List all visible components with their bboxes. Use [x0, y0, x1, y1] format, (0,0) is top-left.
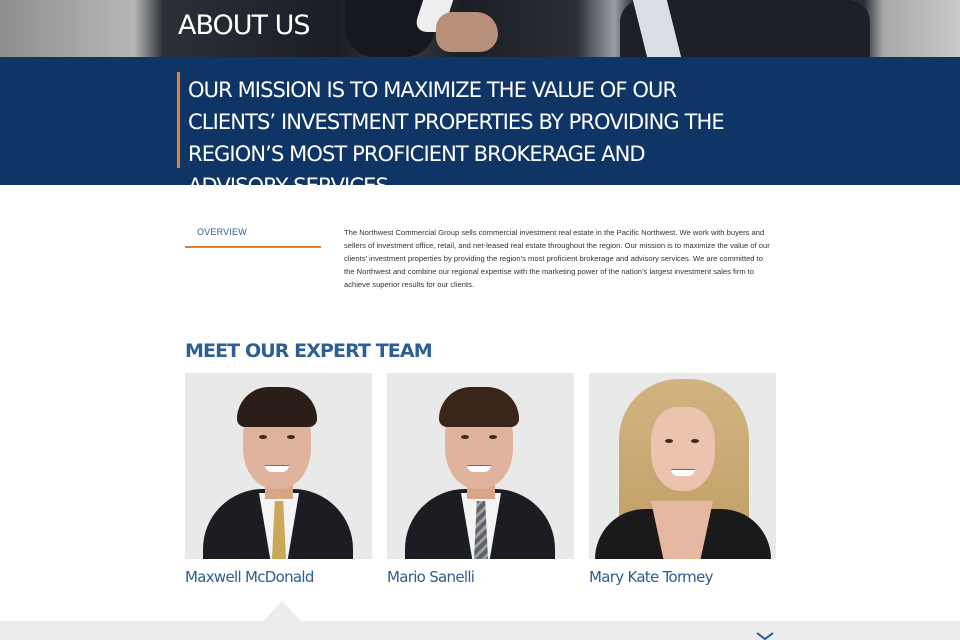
team-heading: MEET OUR EXPERT TEAM: [185, 340, 433, 362]
tab-overview-label: OVERVIEW: [197, 227, 247, 237]
mission-accent-bar: [177, 72, 180, 168]
section-pointer: [263, 601, 301, 621]
page-title: ABOUT US: [178, 10, 311, 41]
team-card-maxwell[interactable]: Maxwell McDonald: [185, 373, 372, 586]
bottom-section: [0, 621, 960, 640]
overview-body: The Northwest Commercial Group sells com…: [344, 228, 770, 289]
hero-banner: ABOUT US: [0, 0, 960, 57]
mission-band: OUR MISSION IS TO MAXIMIZE THE VALUE OF …: [0, 57, 960, 198]
photo-hair: [439, 387, 519, 427]
mission-statement: OUR MISSION IS TO MAXIMIZE THE VALUE OF …: [188, 78, 725, 198]
team-photo[interactable]: [589, 373, 776, 559]
team-photo[interactable]: [185, 373, 372, 559]
team-card-mario[interactable]: Mario Sanelli: [387, 373, 574, 586]
tab-overview[interactable]: OVERVIEW: [185, 222, 321, 248]
photo-eye: [665, 439, 673, 443]
photo-mouth: [671, 469, 695, 476]
photo-eye: [461, 435, 469, 439]
team-member-name[interactable]: Mario Sanelli: [387, 568, 574, 586]
photo-eye: [259, 435, 267, 439]
team-card-mary-kate[interactable]: Mary Kate Tormey: [589, 373, 776, 586]
hero-image-hand: [436, 12, 498, 52]
photo-face: [651, 407, 715, 491]
team-member-name[interactable]: Maxwell McDonald: [185, 568, 372, 586]
photo-mouth: [467, 465, 491, 472]
photo-eye: [489, 435, 497, 439]
photo-eye: [287, 435, 295, 439]
photo-hair: [237, 387, 317, 427]
team-member-name[interactable]: Mary Kate Tormey: [589, 568, 776, 586]
chevron-down-icon[interactable]: [756, 632, 774, 640]
team-photo[interactable]: [387, 373, 574, 559]
photo-mouth: [265, 465, 289, 472]
photo-eye: [691, 439, 699, 443]
